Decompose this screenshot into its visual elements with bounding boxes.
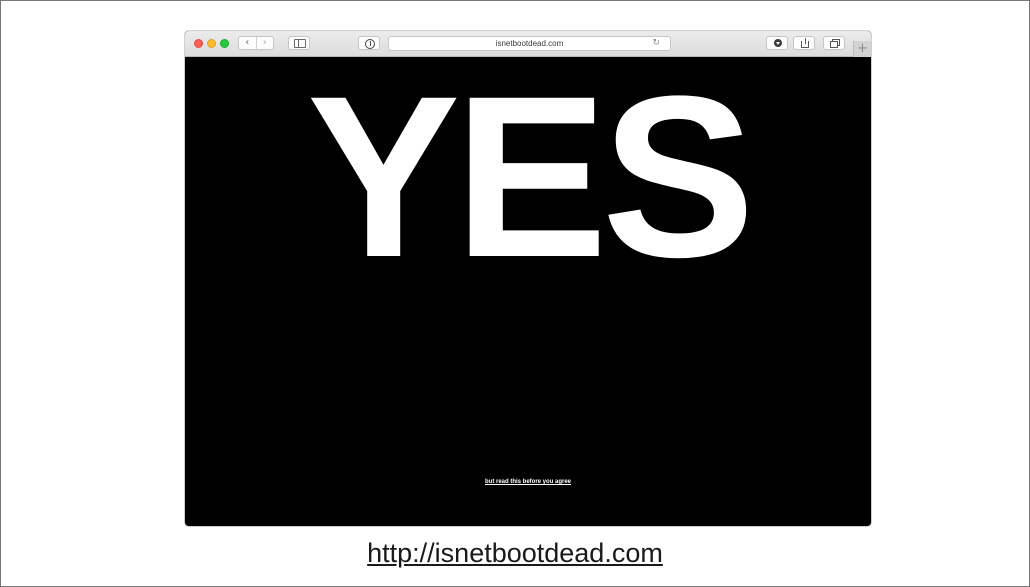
navigation-buttons: ‹ › <box>238 36 274 50</box>
close-window-button[interactable] <box>194 39 203 48</box>
maximize-window-button[interactable] <box>220 39 229 48</box>
share-button[interactable] <box>793 36 815 50</box>
back-icon[interactable]: ‹ <box>239 37 256 49</box>
privacy-icon <box>365 38 375 49</box>
headline: YES <box>306 48 755 305</box>
show-tabs-button[interactable] <box>823 36 845 50</box>
new-tab-button[interactable]: + <box>853 41 871 57</box>
page-content: YES but read this before you agree <box>185 57 871 526</box>
read-more-link[interactable]: but read this before you agree <box>185 479 871 485</box>
downloads-button[interactable] <box>766 36 788 50</box>
download-icon <box>774 39 782 47</box>
caption-url-link[interactable]: http://isnetbootdead.com <box>0 536 1030 570</box>
minimize-window-button[interactable] <box>207 39 216 48</box>
forward-icon[interactable]: › <box>255 37 274 49</box>
sidebar-icon <box>294 39 306 48</box>
share-icon <box>801 38 809 48</box>
tabs-icon-back <box>830 41 838 48</box>
browser-window: ‹ › isnetbootdead.com ↻ + YES but read t… <box>185 31 871 526</box>
